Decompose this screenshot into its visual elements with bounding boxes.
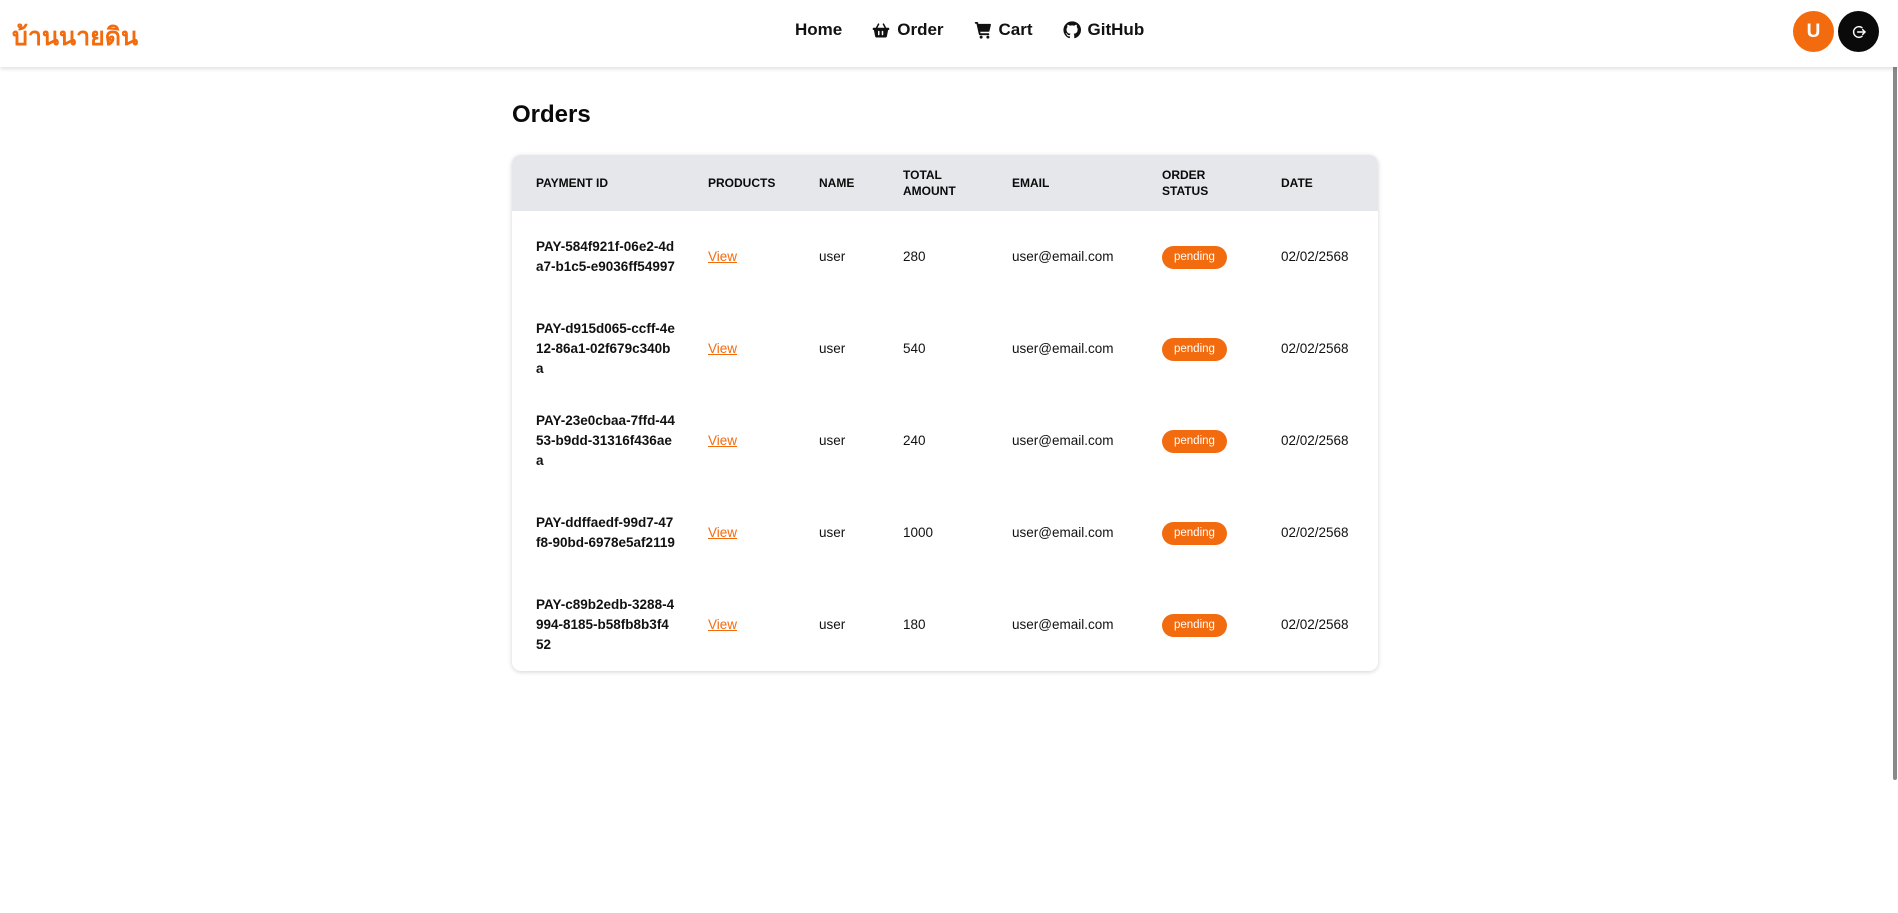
view-products-link[interactable]: View <box>708 341 737 356</box>
top-navbar: บ้านนายดิน Home Order Cart GitHub U <box>0 0 1898 67</box>
table-row: PAY-584f921f-06e2-4da7-b1c5-e9036ff54997… <box>512 211 1378 303</box>
name-cell: user <box>819 249 846 264</box>
header-name: NAME <box>819 176 855 190</box>
products-cell: View <box>684 395 795 487</box>
nav-order[interactable]: Order <box>872 20 944 40</box>
header-order-status: ORDER STATUS <box>1162 168 1209 198</box>
email-cell: user@email.com <box>1012 249 1114 264</box>
name-cell: user <box>819 433 846 448</box>
total-amount-cell: 280 <box>903 249 926 264</box>
total-amount-cell: 1000 <box>903 525 934 540</box>
logout-button[interactable] <box>1838 11 1879 52</box>
date-cell: 02/02/2568 <box>1281 341 1349 356</box>
header-total-amount: TOTAL AMOUNT <box>903 168 956 198</box>
total-amount-cell: 240 <box>903 433 926 448</box>
cart-icon <box>974 21 991 39</box>
page-title: Orders <box>512 101 591 128</box>
email-cell: user@email.com <box>1012 617 1114 632</box>
view-products-link[interactable]: View <box>708 525 737 540</box>
status-cell: pending <box>1138 211 1257 303</box>
payment-id-cell: PAY-c89b2edb-3288-4994-8185-b58fb8b3f452 <box>536 597 675 652</box>
nav-github-label: GitHub <box>1087 20 1145 39</box>
nav-home[interactable]: Home <box>795 20 842 40</box>
table-body: PAY-584f921f-06e2-4da7-b1c5-e9036ff54997… <box>512 211 1378 671</box>
table-header-row: PAYMENT ID PRODUCTS NAME TOTAL AMOUNT EM… <box>512 155 1378 211</box>
status-badge: pending <box>1162 245 1227 269</box>
table-row: PAY-23e0cbaa-7ffd-4453-b9dd-31316f436aea… <box>512 395 1378 487</box>
table-row: PAY-d915d065-ccff-4e12-86a1-02f679c340ba… <box>512 303 1378 395</box>
header-email: EMAIL <box>1012 176 1050 190</box>
table-row: PAY-c89b2edb-3288-4994-8185-b58fb8b3f452… <box>512 579 1378 671</box>
nav-cart-label: Cart <box>998 20 1033 39</box>
table-row: PAY-ddffaedf-99d7-47f8-90bd-6978e5af2119… <box>512 487 1378 579</box>
header-date: DATE <box>1281 176 1313 190</box>
avatar-letter: U <box>1806 20 1821 42</box>
date-cell: 02/02/2568 <box>1281 249 1349 264</box>
scrollbar-thumb[interactable] <box>1893 0 1897 780</box>
status-badge: pending <box>1162 429 1227 453</box>
table-header: PAYMENT ID PRODUCTS NAME TOTAL AMOUNT EM… <box>512 155 1378 211</box>
brand-logo[interactable]: บ้านนายดิน <box>12 17 138 57</box>
payment-id-cell: PAY-ddffaedf-99d7-47f8-90bd-6978e5af2119 <box>536 515 675 550</box>
email-cell: user@email.com <box>1012 525 1114 540</box>
products-cell: View <box>684 303 795 395</box>
status-cell: pending <box>1138 487 1257 579</box>
name-cell: user <box>819 525 846 540</box>
email-cell: user@email.com <box>1012 341 1114 356</box>
payment-id-cell: PAY-d915d065-ccff-4e12-86a1-02f679c340ba <box>536 321 675 376</box>
nav-cart[interactable]: Cart <box>974 20 1033 40</box>
status-badge: pending <box>1162 613 1227 637</box>
products-cell: View <box>684 579 795 671</box>
payment-id-cell: PAY-584f921f-06e2-4da7-b1c5-e9036ff54997 <box>536 239 675 274</box>
github-icon <box>1062 21 1081 39</box>
products-cell: View <box>684 211 795 303</box>
status-cell: pending <box>1138 395 1257 487</box>
name-cell: user <box>819 617 846 632</box>
date-cell: 02/02/2568 <box>1281 525 1349 540</box>
header-products: PRODUCTS <box>708 176 776 190</box>
status-cell: pending <box>1138 303 1257 395</box>
orders-table-card: PAYMENT ID PRODUCTS NAME TOTAL AMOUNT EM… <box>512 155 1378 671</box>
status-badge: pending <box>1162 337 1227 361</box>
nav-order-label: Order <box>897 20 944 39</box>
view-products-link[interactable]: View <box>708 617 737 632</box>
basket-icon <box>872 23 890 38</box>
orders-table: PAYMENT ID PRODUCTS NAME TOTAL AMOUNT EM… <box>512 155 1378 671</box>
view-products-link[interactable]: View <box>708 249 737 264</box>
products-cell: View <box>684 487 795 579</box>
total-amount-cell: 180 <box>903 617 926 632</box>
nav-home-label: Home <box>795 20 843 39</box>
header-payment-id: PAYMENT ID <box>536 176 609 190</box>
payment-id-cell: PAY-23e0cbaa-7ffd-4453-b9dd-31316f436aea <box>536 413 675 468</box>
view-products-link[interactable]: View <box>708 433 737 448</box>
status-cell: pending <box>1138 579 1257 671</box>
name-cell: user <box>819 341 846 356</box>
main-nav: Home Order Cart GitHub <box>795 20 1144 40</box>
date-cell: 02/02/2568 <box>1281 617 1349 632</box>
status-badge: pending <box>1162 521 1227 545</box>
logout-icon <box>1852 25 1866 38</box>
total-amount-cell: 540 <box>903 341 926 356</box>
user-avatar[interactable]: U <box>1793 11 1834 52</box>
nav-github[interactable]: GitHub <box>1062 20 1145 40</box>
email-cell: user@email.com <box>1012 433 1114 448</box>
date-cell: 02/02/2568 <box>1281 433 1349 448</box>
